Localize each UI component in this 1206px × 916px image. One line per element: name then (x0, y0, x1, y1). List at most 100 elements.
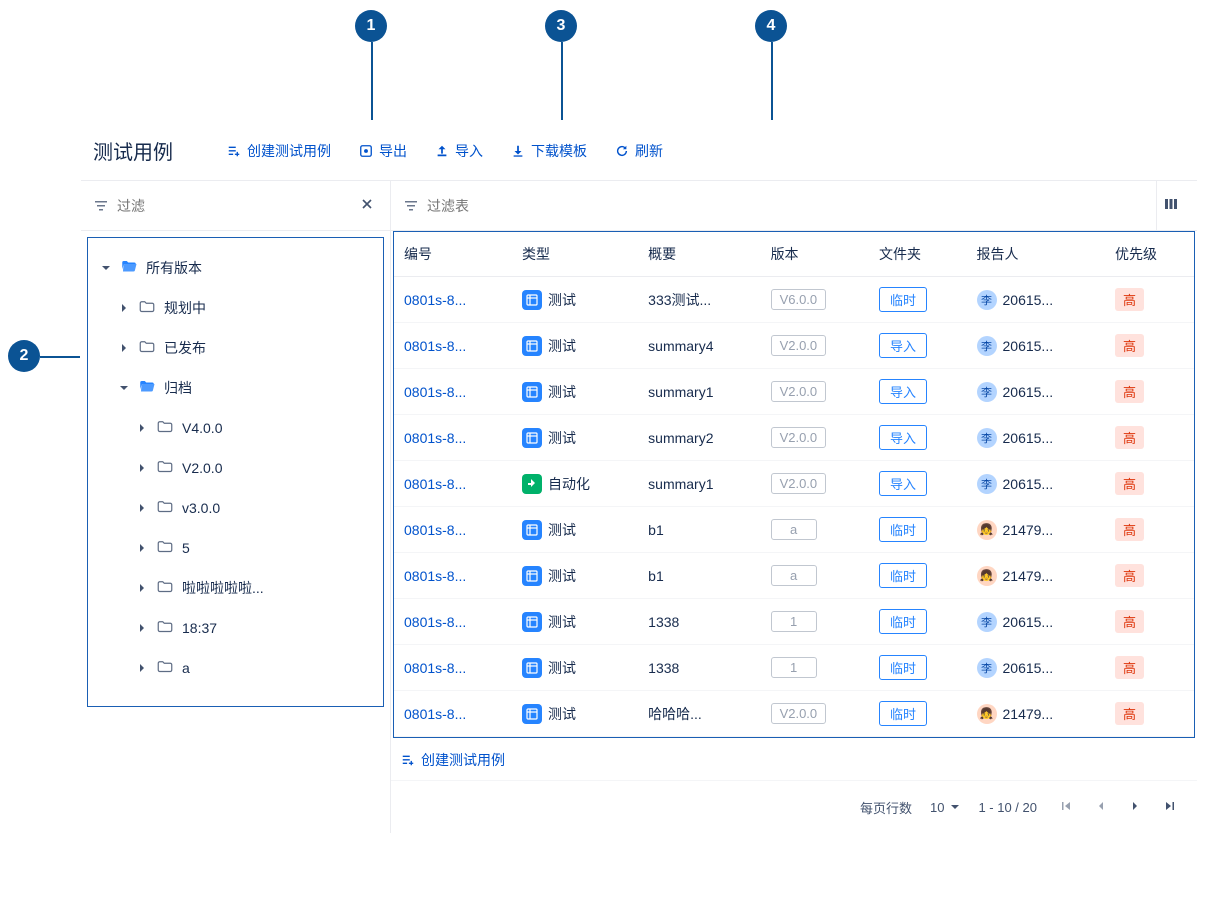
cell-id[interactable]: 0801s-8... (394, 599, 512, 645)
folder-badge[interactable]: 临时 (879, 701, 927, 726)
cell-id[interactable]: 0801s-8... (394, 277, 512, 323)
caret-right-icon (136, 623, 148, 633)
caret-down-icon (100, 263, 112, 273)
table-row[interactable]: 0801s-8...测试13381临时李20615...高 (394, 645, 1194, 691)
table-row[interactable]: 0801s-8...测试333测试...V6.0.0临时李20615...高 (394, 277, 1194, 323)
priority-badge: 高 (1115, 518, 1144, 541)
cell-id[interactable]: 0801s-8... (394, 461, 512, 507)
col-priority[interactable]: 优先级 (1105, 232, 1194, 277)
plus-list-icon (401, 753, 415, 767)
folder-badge[interactable]: 导入 (879, 425, 927, 450)
cell-summary: 1338 (638, 645, 760, 691)
cell-id[interactable]: 0801s-8... (394, 553, 512, 599)
first-page-button[interactable] (1055, 795, 1077, 820)
next-page-button[interactable] (1125, 796, 1145, 819)
table-row[interactable]: 0801s-8...自动化summary1V2.0.0导入李20615...高 (394, 461, 1194, 507)
tree-node[interactable]: 归档 (94, 368, 377, 408)
sidebar-filter-clear-button[interactable] (356, 191, 378, 220)
cell-reporter: 李20615... (967, 369, 1106, 415)
last-page-button[interactable] (1159, 795, 1181, 820)
version-badge[interactable]: 1 (771, 657, 817, 678)
content-filter-input[interactable] (419, 197, 1156, 215)
avatar: 👧 (977, 566, 997, 586)
col-folder[interactable]: 文件夹 (869, 232, 967, 277)
version-badge[interactable]: a (771, 565, 817, 586)
refresh-label: 刷新 (635, 141, 663, 161)
table-row[interactable]: 0801s-8...测试哈哈哈...V2.0.0临时👧21479...高 (394, 691, 1194, 737)
folder-badge[interactable]: 导入 (879, 333, 927, 358)
folder-badge[interactable]: 临时 (879, 655, 927, 680)
table-row[interactable]: 0801s-8...测试13381临时李20615...高 (394, 599, 1194, 645)
cell-type: 测试 (512, 645, 638, 691)
cell-type: 测试 (512, 277, 638, 323)
cell-type: 测试 (512, 323, 638, 369)
col-reporter[interactable]: 报告人 (967, 232, 1106, 277)
table-row[interactable]: 0801s-8...测试summary1V2.0.0导入李20615...高 (394, 369, 1194, 415)
col-type[interactable]: 类型 (512, 232, 638, 277)
table-row[interactable]: 0801s-8...测试summary2V2.0.0导入李20615...高 (394, 415, 1194, 461)
cell-priority: 高 (1105, 691, 1194, 737)
tree-node[interactable]: 已发布 (94, 328, 377, 368)
avatar: 李 (977, 612, 997, 632)
callout-3-label: 3 (557, 17, 566, 35)
cell-version: 1 (761, 645, 869, 691)
tree-node[interactable]: V2.0.0 (94, 448, 377, 488)
cell-id[interactable]: 0801s-8... (394, 645, 512, 691)
folder-badge[interactable]: 临时 (879, 609, 927, 634)
avatar: 👧 (977, 520, 997, 540)
caret-down-icon (118, 383, 130, 393)
cell-id[interactable]: 0801s-8... (394, 415, 512, 461)
folder-badge[interactable]: 导入 (879, 471, 927, 496)
reporter-label: 21479... (1003, 568, 1054, 584)
table-row[interactable]: 0801s-8...测试summary4V2.0.0导入李20615...高 (394, 323, 1194, 369)
refresh-icon (615, 144, 629, 158)
page-size-select[interactable]: 10 (930, 800, 960, 815)
tree-node[interactable]: a (94, 648, 377, 688)
version-badge[interactable]: 1 (771, 611, 817, 632)
inline-create-testcase-button[interactable]: 创建测试用例 (401, 750, 505, 770)
folder-icon (156, 418, 174, 439)
cell-summary: b1 (638, 507, 760, 553)
version-badge[interactable]: V2.0.0 (771, 427, 827, 448)
folder-badge[interactable]: 临时 (879, 287, 927, 312)
version-badge[interactable]: V2.0.0 (771, 381, 827, 402)
folder-badge[interactable]: 临时 (879, 563, 927, 588)
tree-node[interactable]: 规划中 (94, 288, 377, 328)
col-summary[interactable]: 概要 (638, 232, 760, 277)
tree-node[interactable]: 所有版本 (94, 248, 377, 288)
cell-priority: 高 (1105, 645, 1194, 691)
cell-reporter: 👧21479... (967, 691, 1106, 737)
tree-node[interactable]: 18:37 (94, 608, 377, 648)
col-version[interactable]: 版本 (761, 232, 869, 277)
app-window: 测试用例 创建测试用例 导出 导入 下载模板 刷新 (80, 120, 1198, 834)
cell-id[interactable]: 0801s-8... (394, 369, 512, 415)
version-badge[interactable]: V2.0.0 (771, 473, 827, 494)
cell-id[interactable]: 0801s-8... (394, 507, 512, 553)
version-badge[interactable]: V2.0.0 (771, 703, 827, 724)
column-config-button[interactable] (1156, 181, 1185, 230)
create-testcase-button[interactable]: 创建测试用例 (213, 135, 345, 167)
table-row[interactable]: 0801s-8...测试b1a临时👧21479...高 (394, 507, 1194, 553)
tree-node[interactable]: 啦啦啦啦啦... (94, 568, 377, 608)
import-button[interactable]: 导入 (421, 135, 497, 167)
download-template-button[interactable]: 下载模板 (497, 135, 601, 167)
tree-node[interactable]: v3.0.0 (94, 488, 377, 528)
version-badge[interactable]: a (771, 519, 817, 540)
tree-node[interactable]: V4.0.0 (94, 408, 377, 448)
cell-id[interactable]: 0801s-8... (394, 691, 512, 737)
col-id[interactable]: 编号 (394, 232, 512, 277)
refresh-button[interactable]: 刷新 (601, 135, 677, 167)
tree-node-label: v3.0.0 (182, 500, 220, 516)
version-badge[interactable]: V6.0.0 (771, 289, 827, 310)
version-badge[interactable]: V2.0.0 (771, 335, 827, 356)
folder-badge[interactable]: 临时 (879, 517, 927, 542)
export-button[interactable]: 导出 (345, 135, 421, 167)
cell-reporter: 👧 21479... (967, 553, 1106, 599)
table-wrap: 编号 类型 概要 版本 文件夹 报告人 优先级 0801s-8...测试333测… (393, 231, 1195, 738)
folder-badge[interactable]: 导入 (879, 379, 927, 404)
table-row[interactable]: 0801s-8...测试b1a临时👧21479...高 (394, 553, 1194, 599)
tree-node[interactable]: 5 (94, 528, 377, 568)
sidebar-filter-input[interactable] (109, 197, 356, 215)
prev-page-button[interactable] (1091, 796, 1111, 819)
cell-id[interactable]: 0801s-8... (394, 323, 512, 369)
